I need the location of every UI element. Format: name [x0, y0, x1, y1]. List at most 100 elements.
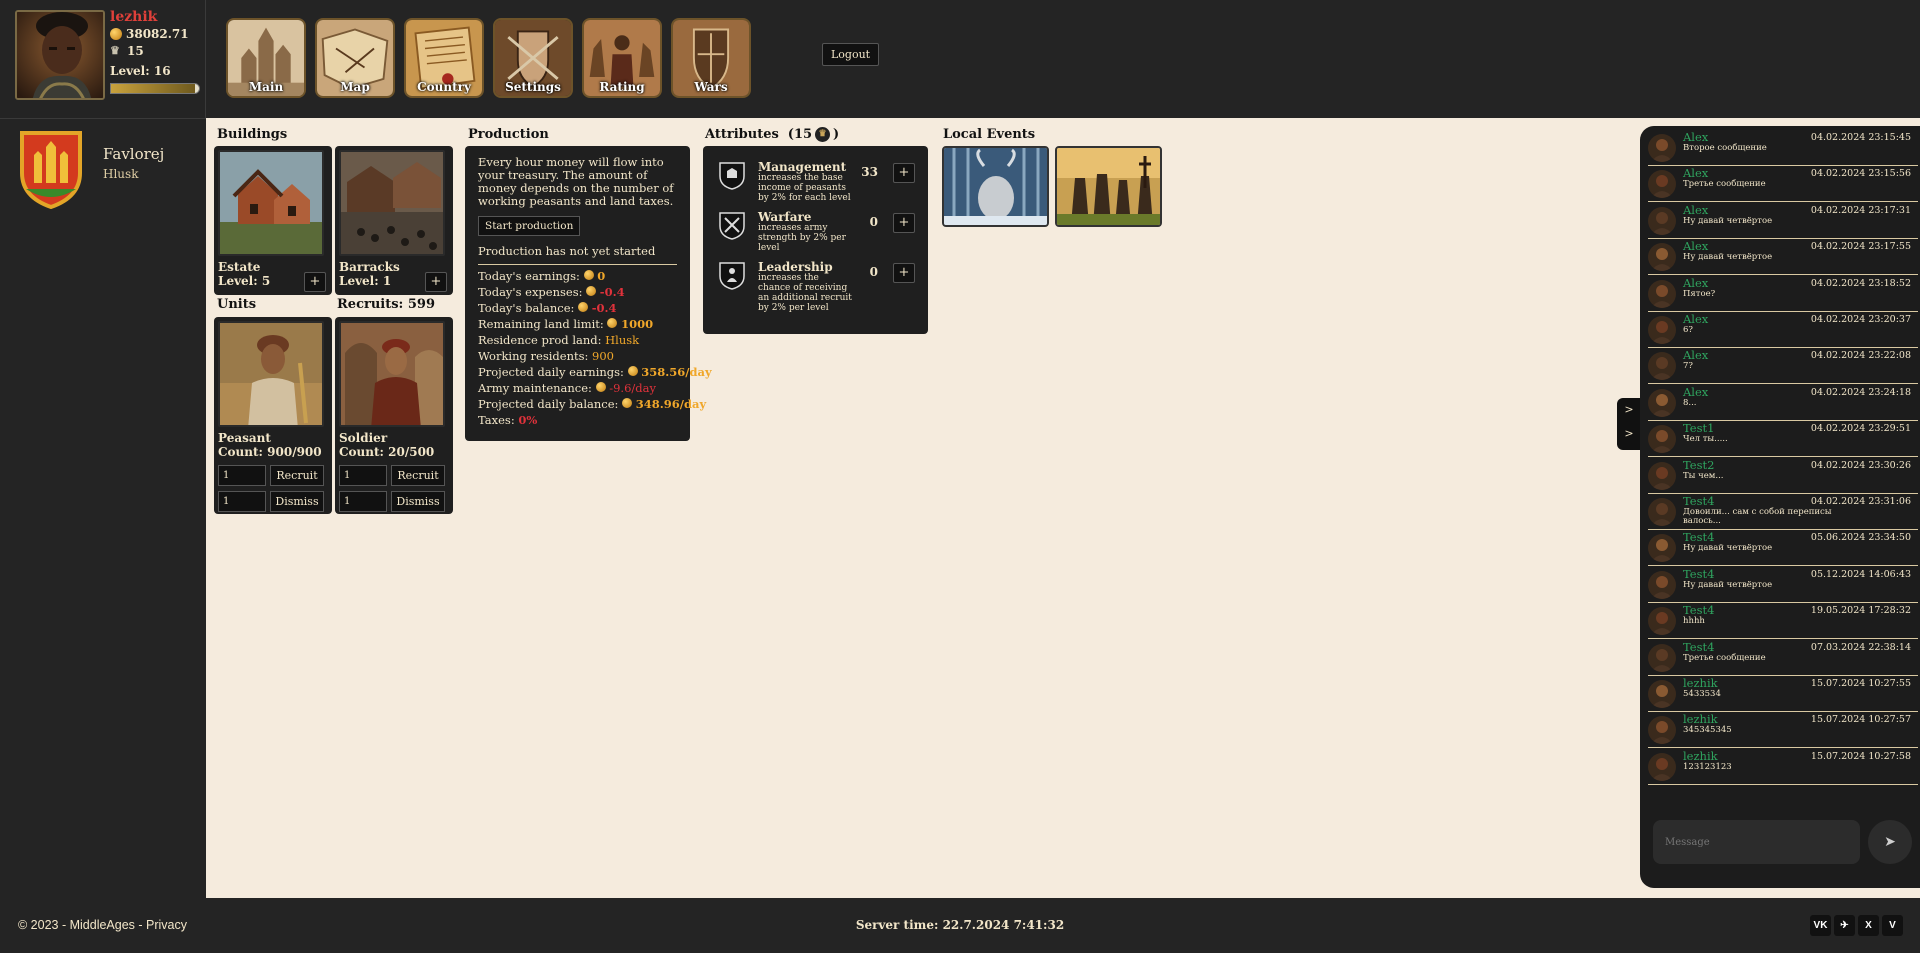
- chat-username[interactable]: Test4: [1683, 603, 1714, 617]
- soldier-dismiss-button[interactable]: Dismiss: [391, 491, 445, 512]
- chat-avatar[interactable]: [1648, 388, 1676, 417]
- gold-value: 38082.71: [126, 27, 189, 41]
- chat-timestamp: 15.07.2024 10:27:57: [1810, 714, 1911, 726]
- logout-button[interactable]: Logout: [822, 43, 880, 66]
- nav-wars[interactable]: Wars: [671, 18, 751, 98]
- chat-username[interactable]: Alex: [1683, 203, 1708, 217]
- peasant-recruit-input[interactable]: [218, 465, 266, 486]
- event-card-monks[interactable]: [1055, 146, 1162, 227]
- soldier-dismiss-row: Dismiss: [339, 491, 449, 512]
- vk-icon[interactable]: VK: [1810, 915, 1831, 936]
- barracks-upgrade-button[interactable]: +: [425, 272, 447, 292]
- chat-avatar[interactable]: [1648, 534, 1676, 563]
- country-name[interactable]: Favlorej: [103, 145, 164, 163]
- buildings-title: Buildings: [217, 127, 288, 142]
- peasant-count: Count: 900/900: [218, 445, 322, 459]
- chat-message: lezhik 15.07.2024 10:27:55 5433534: [1648, 676, 1918, 712]
- chat-avatar[interactable]: [1648, 243, 1676, 272]
- viber-icon[interactable]: V: [1882, 915, 1903, 936]
- peasant-dismiss-input[interactable]: [218, 491, 266, 512]
- chat-text: 345345345: [1683, 725, 1732, 736]
- soldier-image[interactable]: [339, 321, 445, 427]
- user-avatar[interactable]: [15, 10, 105, 100]
- chat-username[interactable]: Alex: [1683, 276, 1708, 290]
- chat-username[interactable]: Test4: [1683, 567, 1714, 581]
- chat-username[interactable]: lezhik: [1683, 676, 1718, 690]
- server-time: Server time: 22.7.2024 7:41:32: [855, 918, 1065, 932]
- chat-text: Ты чем...: [1683, 470, 1724, 481]
- nav-main[interactable]: Main: [226, 18, 306, 98]
- footer: © 2023 - MiddleAges - Privacy Server tim…: [0, 898, 1920, 953]
- chat-message: Alex 04.02.2024 23:17:55 Ну давай четвёрто…: [1648, 239, 1918, 276]
- chat-avatar[interactable]: [1648, 643, 1676, 672]
- chat-username[interactable]: lezhik: [1683, 749, 1718, 763]
- chat-panel: Alex 04.02.2024 23:15:45 Второе сообщение A…: [1640, 126, 1920, 888]
- chat-timestamp: 04.02.2024 23:17:55: [1810, 241, 1911, 253]
- chat-username[interactable]: Test1: [1683, 421, 1714, 435]
- chat-avatar[interactable]: [1648, 206, 1676, 235]
- chat-text: 6?: [1683, 325, 1693, 335]
- event-card-winter-beast[interactable]: [942, 146, 1049, 227]
- nav-map[interactable]: Map: [315, 18, 395, 98]
- chat-username[interactable]: Alex: [1683, 348, 1708, 362]
- chat-text: Ну давай четвёртое: [1683, 252, 1773, 263]
- country-emblem-icon[interactable]: [12, 125, 90, 209]
- chat-avatar[interactable]: [1648, 607, 1676, 636]
- barracks-image[interactable]: [339, 150, 445, 256]
- soldier-dismiss-input[interactable]: [339, 491, 387, 512]
- chat-avatar[interactable]: [1648, 134, 1676, 162]
- chat-username[interactable]: Alex: [1683, 239, 1708, 253]
- telegram-icon[interactable]: ✈: [1834, 915, 1855, 936]
- chat-username[interactable]: Test2: [1683, 458, 1714, 472]
- chat-avatar[interactable]: [1648, 716, 1676, 745]
- estate-upgrade-button[interactable]: +: [304, 272, 326, 292]
- chat-avatar[interactable]: [1648, 752, 1676, 781]
- profile-box: lezhik 38082.71 ♛ 15 Level: 16: [0, 0, 206, 118]
- nav-map-label: Map: [340, 80, 370, 94]
- production-panel: Every hour money will flow into your tre…: [465, 146, 712, 441]
- soldier-recruit-input[interactable]: [339, 465, 387, 486]
- chat-username[interactable]: Alex: [1683, 130, 1708, 144]
- chat-avatar[interactable]: [1648, 352, 1676, 381]
- chat-username[interactable]: Test4: [1683, 640, 1714, 654]
- coin-icon: [586, 286, 597, 296]
- chat-avatar[interactable]: [1648, 279, 1676, 308]
- stat-today-balance: Today's balance: -0.4: [478, 301, 617, 315]
- chat-username[interactable]: lezhik: [1683, 712, 1718, 726]
- chat-text: Ну давай четвёртое: [1683, 543, 1773, 554]
- crown-icon: ♛: [110, 44, 120, 57]
- chat-avatar[interactable]: [1648, 461, 1676, 490]
- chat-avatar[interactable]: [1648, 316, 1676, 344]
- crown-count: ♛ 15: [110, 44, 144, 58]
- chat-username[interactable]: Alex: [1683, 385, 1708, 399]
- soldier-recruit-row: Recruit: [339, 465, 449, 486]
- peasant-image[interactable]: [218, 321, 324, 427]
- management-add-button[interactable]: +: [893, 163, 915, 183]
- stat-projected-earnings: Projected daily earnings: 358.56/day: [478, 365, 712, 379]
- recruits-count: Recruits: 599: [337, 297, 436, 312]
- chat-username[interactable]: Alex: [1683, 312, 1708, 326]
- chat-avatar[interactable]: [1648, 498, 1676, 526]
- chat-avatar[interactable]: [1648, 425, 1676, 454]
- chat-toggle-button[interactable]: > >: [1617, 398, 1641, 450]
- peasant-recruit-button[interactable]: Recruit: [270, 465, 324, 486]
- send-icon[interactable]: ➤: [1868, 820, 1912, 864]
- x-icon[interactable]: X: [1858, 915, 1879, 936]
- chat-avatar[interactable]: [1648, 170, 1676, 199]
- chat-avatar[interactable]: [1648, 570, 1676, 599]
- warfare-add-button[interactable]: +: [893, 213, 915, 233]
- leadership-add-button[interactable]: +: [893, 263, 915, 283]
- peasant-dismiss-button[interactable]: Dismiss: [270, 491, 324, 512]
- level-progress-fill: [111, 84, 195, 93]
- chat-username[interactable]: Test4: [1683, 494, 1714, 508]
- chat-message-input[interactable]: [1653, 820, 1860, 864]
- nav-rating[interactable]: Rating: [582, 18, 662, 98]
- soldier-recruit-button[interactable]: Recruit: [391, 465, 445, 486]
- chat-avatar[interactable]: [1648, 680, 1676, 708]
- nav-settings[interactable]: Settings: [493, 18, 573, 98]
- nav-country[interactable]: Country: [404, 18, 484, 98]
- stat-land-limit: Remaining land limit: 1000: [478, 317, 654, 331]
- start-production-button[interactable]: Start production: [478, 216, 581, 236]
- estate-image[interactable]: [218, 150, 324, 256]
- chat-username[interactable]: Test4: [1683, 530, 1714, 544]
